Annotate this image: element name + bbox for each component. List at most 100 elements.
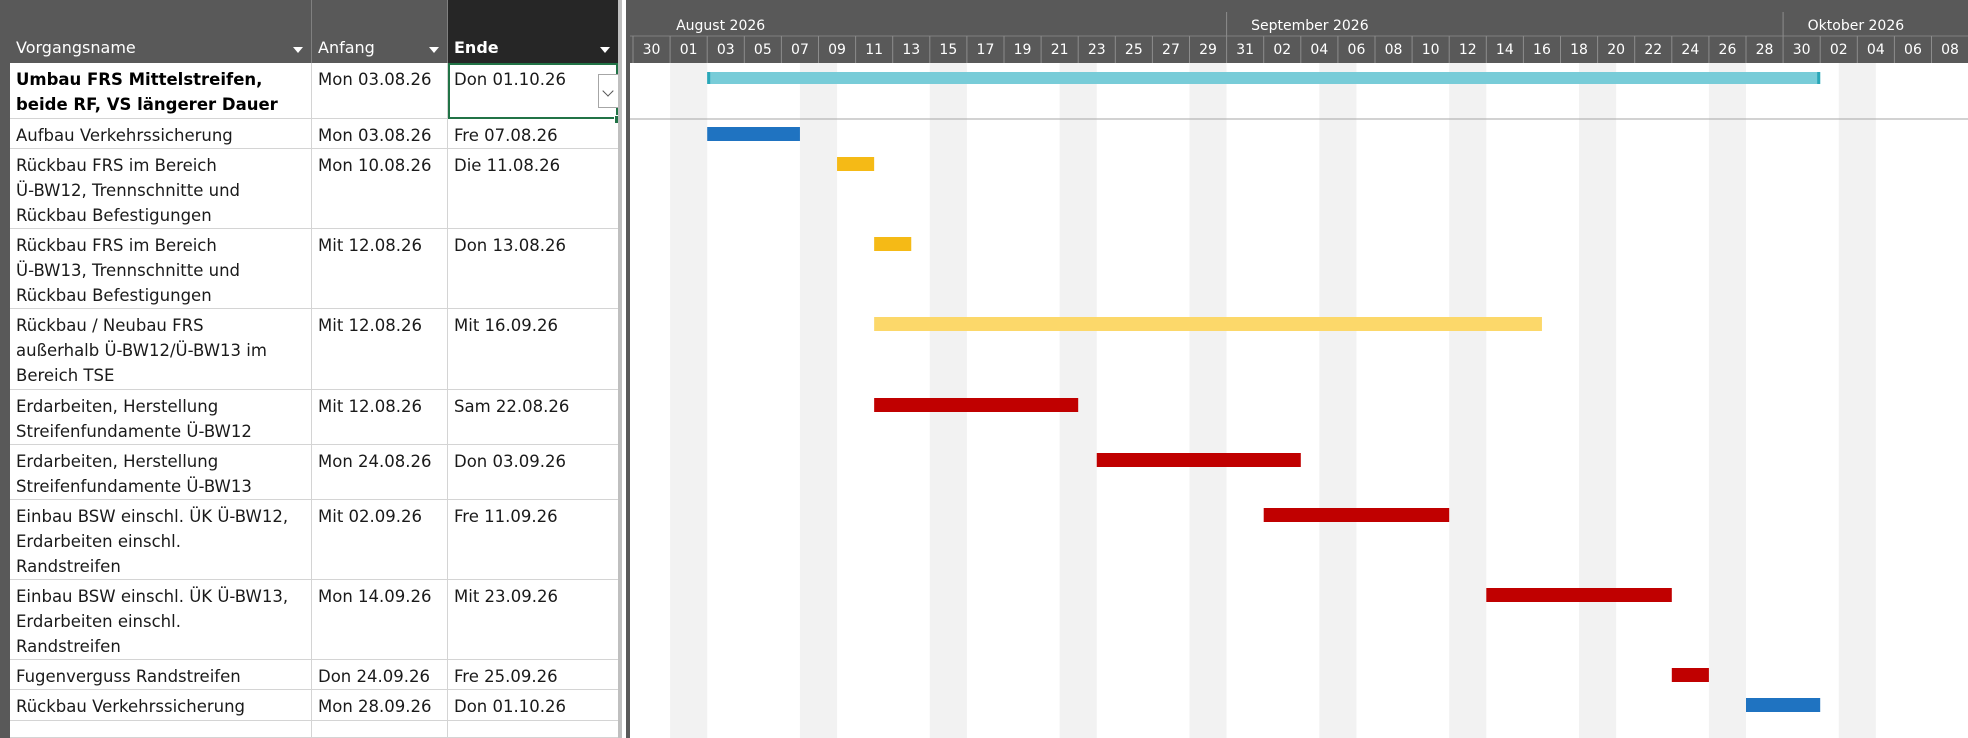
- end-date-cell[interactable]: Don 01.10.26: [448, 690, 618, 720]
- date-dropdown-button[interactable]: [598, 74, 620, 108]
- task-row[interactable]: Erdarbeiten, Herstellung Streifenfundame…: [10, 390, 618, 445]
- filter-dropdown-icon[interactable]: [600, 47, 610, 53]
- end-date-cell[interactable]: Die 11.08.26: [448, 149, 618, 228]
- start-date-cell[interactable]: Mon 28.09.26: [312, 690, 448, 720]
- empty-cell[interactable]: [312, 721, 448, 737]
- day-label: 30: [643, 42, 661, 58]
- empty-task-row[interactable]: [10, 721, 618, 738]
- weekend-shading: [1449, 63, 1487, 738]
- task-bar[interactable]: [1486, 588, 1672, 602]
- task-name-cell[interactable]: Fugenverguss Randstreifen: [10, 660, 312, 689]
- day-label: 18: [1570, 42, 1588, 58]
- pane-splitter[interactable]: [618, 0, 630, 738]
- day-label: 08: [1941, 42, 1959, 58]
- day-label: 01: [680, 42, 698, 58]
- day-label: 24: [1681, 42, 1699, 58]
- start-date-cell[interactable]: Mit 12.08.26: [312, 229, 448, 308]
- column-header-label: Vorgangsname: [16, 38, 136, 57]
- task-name-cell[interactable]: Erdarbeiten, Herstellung Streifenfundame…: [10, 390, 312, 444]
- task-name-cell[interactable]: Rückbau / Neubau FRS außerhalb Ü-BW12/Ü-…: [10, 309, 312, 389]
- task-name-cell[interactable]: Einbau BSW einschl. ÜK Ü-BW13, Erdarbeit…: [10, 580, 312, 659]
- end-date-cell[interactable]: Fre 07.08.26: [448, 119, 618, 148]
- day-label: 12: [1459, 42, 1477, 58]
- task-row[interactable]: Rückbau / Neubau FRS außerhalb Ü-BW12/Ü-…: [10, 309, 618, 390]
- start-date-cell[interactable]: Mit 02.09.26: [312, 500, 448, 579]
- day-label: 02: [1273, 42, 1291, 58]
- column-header-label: Ende: [454, 38, 499, 57]
- task-name-cell[interactable]: Rückbau FRS im Bereich Ü-BW12, Trennschn…: [10, 149, 312, 228]
- start-date-cell[interactable]: Mon 10.08.26: [312, 149, 448, 228]
- end-date-cell[interactable]: Don 13.08.26: [448, 229, 618, 308]
- task-row[interactable]: Aufbau Verkehrssicherung Mon 03.08.26 Fre …: [10, 119, 618, 149]
- end-date-cell[interactable]: Mit 16.09.26: [448, 309, 618, 389]
- start-date-cell[interactable]: Mon 03.08.26: [312, 119, 448, 148]
- task-bar[interactable]: [1746, 698, 1821, 712]
- start-date-cell[interactable]: Mon 24.08.26: [312, 445, 448, 499]
- summary-bar-start-cap: [707, 72, 711, 84]
- task-bar[interactable]: [707, 127, 800, 141]
- splitter-bar: [618, 0, 622, 738]
- task-bar[interactable]: [1096, 453, 1301, 467]
- task-bar[interactable]: [1263, 508, 1450, 522]
- filter-dropdown-icon[interactable]: [293, 47, 303, 53]
- day-label: 27: [1162, 42, 1180, 58]
- task-name-cell[interactable]: Einbau BSW einschl. ÜK Ü-BW12, Erdarbeit…: [10, 500, 312, 579]
- column-header-start[interactable]: Anfang: [312, 0, 448, 63]
- month-label: Oktober 2026: [1808, 18, 1905, 34]
- column-header-end[interactable]: Ende: [448, 0, 618, 63]
- task-table: Vorgangsname Anfang Ende Umbau FRS Mitte…: [0, 0, 623, 738]
- end-date-cell[interactable]: Sam 22.08.26: [448, 390, 618, 444]
- weekend-shading: [1319, 63, 1357, 738]
- task-row[interactable]: Rückbau Verkehrssicherung Mon 28.09.26 Don…: [10, 690, 618, 721]
- task-bar[interactable]: [874, 237, 912, 251]
- day-label: 19: [1014, 42, 1032, 58]
- end-date-cell[interactable]: Mit 23.09.26: [448, 580, 618, 659]
- end-date-cell[interactable]: Fre 11.09.26: [448, 500, 618, 579]
- day-label: 06: [1348, 42, 1366, 58]
- day-label: 23: [1088, 42, 1106, 58]
- task-name-cell[interactable]: Umbau FRS Mittelstreifen, beide RF, VS l…: [10, 63, 312, 118]
- task-bar[interactable]: [874, 317, 1542, 331]
- filter-dropdown-icon[interactable]: [429, 47, 439, 53]
- weekend-shading: [1838, 63, 1876, 738]
- task-row[interactable]: Einbau BSW einschl. ÜK Ü-BW12, Erdarbeit…: [10, 500, 618, 580]
- column-header-task-name[interactable]: Vorgangsname: [10, 0, 312, 63]
- task-row[interactable]: Einbau BSW einschl. ÜK Ü-BW13, Erdarbeit…: [10, 580, 618, 660]
- summary-task-bar[interactable]: [707, 72, 1821, 84]
- task-row[interactable]: Fugenverguss Randstreifen Don 24.09.26 Fre…: [10, 660, 618, 690]
- start-date-cell[interactable]: Mon 14.09.26: [312, 580, 448, 659]
- gantt-chart-area: August 2026 September 2026 Oktober 2026 30 0…: [630, 0, 1968, 738]
- task-bar[interactable]: [1671, 668, 1709, 682]
- start-date-cell[interactable]: Don 24.09.26: [312, 660, 448, 689]
- weekend-shading: [1189, 63, 1227, 738]
- day-label: 03: [717, 42, 735, 58]
- gantt-canvas: August 2026 September 2026 Oktober 2026 30 0…: [630, 0, 1968, 738]
- task-name-cell[interactable]: Erdarbeiten, Herstellung Streifenfundame…: [10, 445, 312, 499]
- weekend-shading: [799, 63, 838, 738]
- task-name-cell[interactable]: Aufbau Verkehrssicherung: [10, 119, 312, 148]
- table-header: Vorgangsname Anfang Ende: [10, 0, 618, 63]
- day-label: 21: [1051, 42, 1069, 58]
- task-bar[interactable]: [874, 398, 1079, 412]
- day-label: 04: [1867, 42, 1885, 58]
- day-label: 28: [1756, 42, 1774, 58]
- task-name-cell[interactable]: Rückbau FRS im Bereich Ü-BW13, Trennschn…: [10, 229, 312, 308]
- end-date-cell[interactable]: Don 03.09.26: [448, 445, 618, 499]
- start-date-cell[interactable]: Mit 12.08.26: [312, 390, 448, 444]
- day-label: 25: [1125, 42, 1143, 58]
- selected-cell-outline: [448, 63, 618, 119]
- day-label: 09: [828, 42, 846, 58]
- end-date-cell[interactable]: Fre 25.09.26: [448, 660, 618, 689]
- start-date-cell[interactable]: Mit 12.08.26: [312, 309, 448, 389]
- empty-cell[interactable]: [448, 721, 618, 737]
- task-row[interactable]: Rückbau FRS im Bereich Ü-BW13, Trennschn…: [10, 229, 618, 309]
- task-row[interactable]: Rückbau FRS im Bereich Ü-BW12, Trennschn…: [10, 149, 618, 229]
- day-label: 08: [1385, 42, 1403, 58]
- task-row[interactable]: Erdarbeiten, Herstellung Streifenfundame…: [10, 445, 618, 500]
- empty-cell[interactable]: [10, 721, 312, 737]
- task-name-cell[interactable]: Rückbau Verkehrssicherung: [10, 690, 312, 720]
- task-bar[interactable]: [837, 157, 875, 171]
- day-label: 13: [902, 42, 920, 58]
- day-label: 31: [1236, 42, 1254, 58]
- start-date-cell[interactable]: Mon 03.08.26: [312, 63, 448, 118]
